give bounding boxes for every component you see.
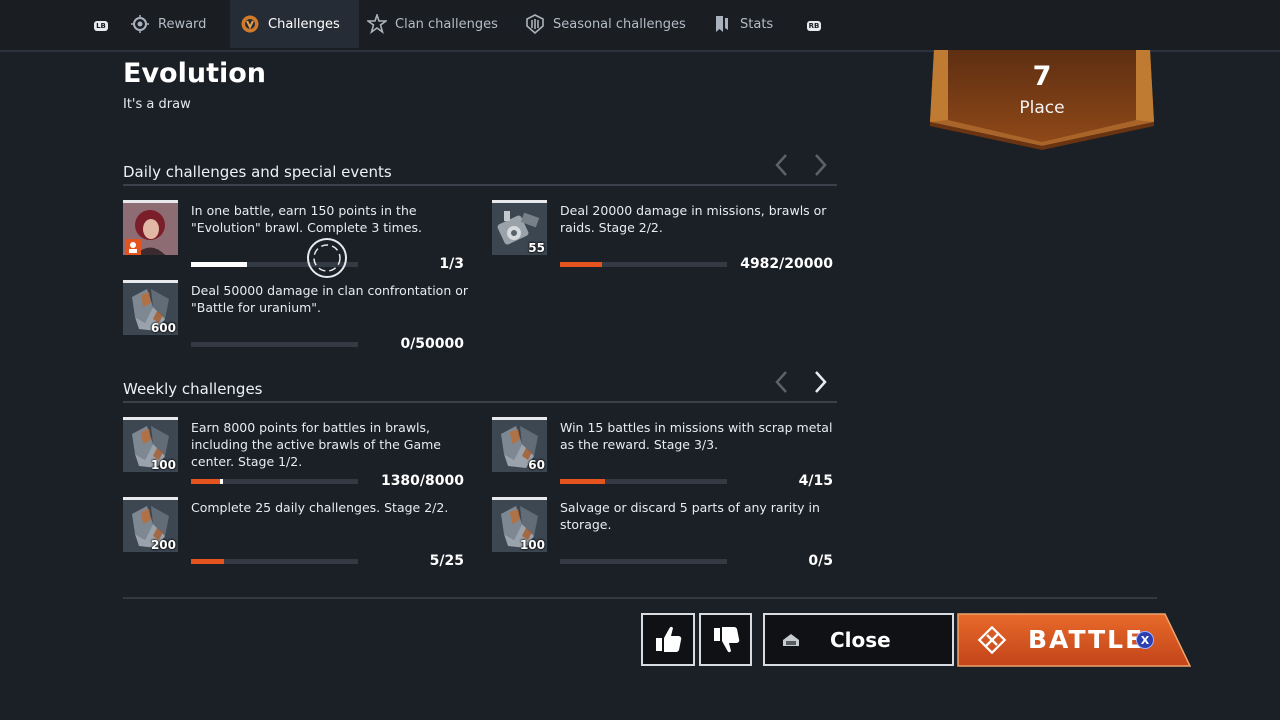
challenge-description: Complete 25 daily challenges. Stage 2/2. <box>191 500 449 515</box>
challenge-description: Win 15 battles in missions with scrap me… <box>560 420 833 452</box>
page-title: Evolution <box>123 58 267 89</box>
weekly-section-title: Weekly challenges <box>123 380 263 398</box>
reward-amount: 200 <box>150 538 176 552</box>
challenge-progress-count: 5/25 <box>429 553 464 569</box>
place-label: Place <box>1019 98 1065 118</box>
reward-icon <box>130 14 150 34</box>
challenge-description: Deal 20000 damage in missions, brawls or… <box>560 203 827 235</box>
chevron-right-icon[interactable] <box>810 152 830 178</box>
challenge-description: Deal 50000 damage in clan confrontation … <box>191 283 469 315</box>
tab-seasonal-challenges[interactable]: Seasonal challenges <box>525 0 695 48</box>
scrap-metal-icon: 100 <box>492 497 547 552</box>
thumbs-up-icon <box>656 626 682 652</box>
challenge-progress-bar <box>560 479 727 484</box>
tab-label: Seasonal challenges <box>553 16 686 32</box>
thumbs-down-icon <box>714 627 740 653</box>
progress-fill <box>191 559 225 564</box>
challenge-progress-count: 4982/20000 <box>740 256 833 272</box>
challenge-progress-bar <box>191 479 358 484</box>
seasonal-challenges-icon <box>525 14 545 34</box>
tab-challenges[interactable]: Challenges <box>230 0 359 48</box>
progress-fill <box>191 262 247 267</box>
challenge-progress-count: 4/15 <box>798 473 833 489</box>
tab-label: Challenges <box>268 16 340 32</box>
tab-label: Clan challenges <box>395 16 498 32</box>
chevron-right-icon[interactable] <box>810 369 830 395</box>
battle-button-label[interactable]: BATTLE <box>1028 625 1144 654</box>
challenge-progress-count: 1/3 <box>439 256 464 272</box>
challenge-progress-count: 0/50000 <box>400 336 464 352</box>
battle-result: It's a draw <box>123 97 191 112</box>
clan-challenges-icon <box>367 14 387 34</box>
tab-clan-challenges[interactable]: Clan challenges <box>367 0 507 48</box>
scrap-metal-icon: 600 <box>123 280 178 335</box>
tab-label: Reward <box>158 16 207 32</box>
daily-section-title: Daily challenges and special events <box>123 163 392 181</box>
footer-divider <box>123 597 1157 599</box>
challenge-progress-bar <box>191 342 358 347</box>
chevron-left-icon[interactable] <box>772 152 792 178</box>
challenge-description: Earn 8000 points for battles in brawls, … <box>191 420 441 469</box>
scrap-parts-icon: 55 <box>492 200 547 255</box>
tab-label: Stats <box>740 16 774 32</box>
reward-amount: 60 <box>528 458 545 472</box>
challenge-description: In one battle, earn 150 points in the "E… <box>191 203 422 235</box>
tab-reward[interactable]: Reward <box>130 0 220 48</box>
thumbs-up-button[interactable] <box>641 613 695 666</box>
progress-fill <box>560 262 602 267</box>
top-navigation: LB Reward Challenges Clan challenges Sea… <box>0 0 1280 52</box>
scrap-metal-icon: 60 <box>492 417 547 472</box>
gamepad-cursor <box>307 238 347 278</box>
progress-fill <box>191 479 223 484</box>
close-button-label[interactable]: Close <box>830 628 891 652</box>
chevron-left-icon[interactable] <box>772 369 792 395</box>
challenge-description: Salvage or discard 5 parts of any rarity… <box>560 500 820 532</box>
thumbs-down-button[interactable] <box>699 613 752 666</box>
x-button-icon: X <box>1136 631 1154 649</box>
section-divider <box>123 401 837 403</box>
challenges-icon <box>240 14 260 34</box>
challenge-progress-bar <box>191 559 358 564</box>
reward-amount: 600 <box>150 321 176 335</box>
section-divider <box>123 184 837 186</box>
crossed-swords-icon <box>977 625 1007 655</box>
scrap-metal-icon: 200 <box>123 497 178 552</box>
challenge-progress-bar <box>560 262 727 267</box>
scrap-metal-icon: 100 <box>123 417 178 472</box>
reward-amount: 100 <box>519 538 545 552</box>
challenge-progress-count: 1380/8000 <box>380 473 464 489</box>
tab-stats[interactable]: Stats <box>712 0 782 48</box>
garage-icon <box>783 634 799 646</box>
challenge-progress-count: 0/5 <box>808 553 833 569</box>
progress-fill <box>560 479 605 484</box>
place-number: 7 <box>1032 61 1052 92</box>
challenge-progress-bar <box>560 559 727 564</box>
rb-button-icon[interactable]: RB <box>807 21 821 31</box>
lb-button-icon[interactable]: LB <box>94 21 108 31</box>
stats-icon <box>712 14 732 34</box>
reward-amount: 100 <box>150 458 176 472</box>
character-portrait-icon <box>123 200 178 255</box>
reward-amount: 55 <box>528 241 545 255</box>
